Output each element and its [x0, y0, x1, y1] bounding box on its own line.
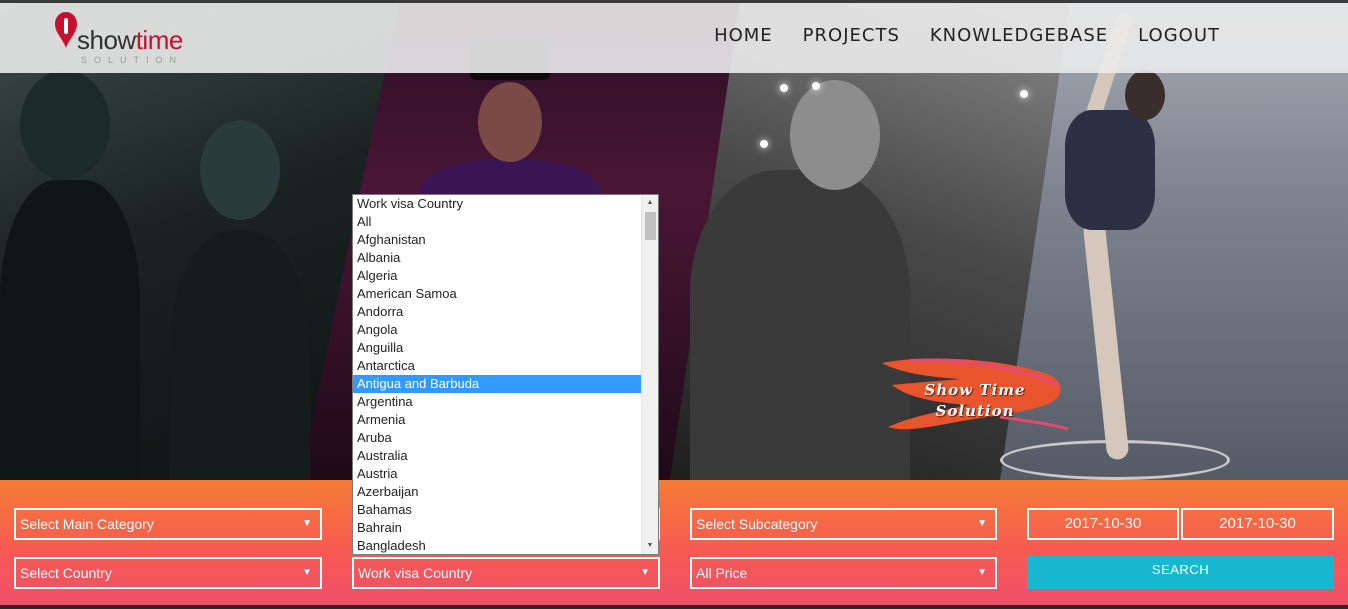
- logo-word-time: time: [135, 25, 184, 55]
- stage-light: [780, 84, 788, 92]
- dropdown-arrow-icon: ▼: [302, 567, 312, 578]
- badge-line: Solution: [935, 402, 1015, 420]
- search-button[interactable]: SEARCH: [1027, 555, 1334, 589]
- logo-word-show: show: [77, 25, 136, 55]
- dropdown-option[interactable]: Azerbaijan: [353, 483, 641, 501]
- dropdown-option[interactable]: Austria: [353, 465, 641, 483]
- country-select[interactable]: Select Country ▼: [14, 557, 322, 589]
- dropdown-arrow-icon: ▼: [640, 567, 650, 578]
- dropdown-option[interactable]: Afghanistan: [353, 231, 641, 249]
- date-from-input[interactable]: 2017-10-30: [1027, 508, 1179, 540]
- dropdown-option[interactable]: Work visa Country: [353, 195, 641, 213]
- work-visa-country-select[interactable]: Work visa Country ▼: [352, 557, 660, 589]
- top-header: showtime SOLUTION HOME PROJECTS KNOWLEDG…: [0, 0, 1348, 73]
- dropdown-scrollbar[interactable]: ▲ ▼: [641, 195, 658, 554]
- logo-subtitle: SOLUTION: [81, 55, 184, 65]
- scroll-down-arrow-icon[interactable]: ▼: [642, 538, 658, 554]
- brush-badge-text: Show Time Solution: [905, 380, 1045, 422]
- hero-figure: [0, 180, 140, 480]
- price-select[interactable]: All Price ▼: [690, 557, 997, 589]
- dropdown-option[interactable]: Bahrain: [353, 519, 641, 537]
- nav-home[interactable]: HOME: [714, 25, 773, 46]
- main-category-value: Select Main Category: [20, 516, 154, 532]
- dropdown-arrow-icon: ▼: [302, 518, 312, 529]
- dropdown-option[interactable]: American Samoa: [353, 285, 641, 303]
- dropdown-option[interactable]: Anguilla: [353, 339, 641, 357]
- hero-figure: [790, 80, 880, 190]
- country-value: Select Country: [20, 565, 112, 581]
- badge-line: Show Time: [924, 381, 1026, 399]
- hero-figure: [170, 230, 310, 480]
- dropdown-option[interactable]: Australia: [353, 447, 641, 465]
- stage-light: [812, 82, 820, 90]
- logo-wordmark: showtime: [77, 25, 183, 56]
- main-nav: HOME PROJECTS KNOWLEDGEBASE LOGOUT: [714, 25, 1220, 46]
- date-to-input[interactable]: 2017-10-30: [1181, 508, 1334, 540]
- dropdown-option[interactable]: Bangladesh: [353, 537, 641, 554]
- scroll-thumb[interactable]: [645, 212, 656, 240]
- footer-strip: [0, 605, 1348, 609]
- dropdown-options: Work visa Country All Afghanistan Albania Al…: [353, 195, 658, 554]
- dropdown-option[interactable]: Algeria: [353, 267, 641, 285]
- dropdown-option[interactable]: Argentina: [353, 393, 641, 411]
- nav-logout[interactable]: LOGOUT: [1138, 25, 1220, 46]
- price-value: All Price: [696, 565, 748, 581]
- hero-figure: [200, 120, 280, 220]
- hero-figure: [690, 170, 910, 480]
- stage-light: [760, 140, 768, 148]
- dropdown-option[interactable]: All: [353, 213, 641, 231]
- stage-light: [1020, 90, 1028, 98]
- search-filter-bar: Select Main Category ▼ Select Country ▼ …: [0, 480, 1348, 609]
- dropdown-option[interactable]: Aruba: [353, 429, 641, 447]
- hero-figure: [1125, 70, 1165, 120]
- dropdown-option[interactable]: Armenia: [353, 411, 641, 429]
- dropdown-option[interactable]: Bahamas: [353, 501, 641, 519]
- subcategory-select[interactable]: Select Subcategory ▼: [690, 508, 997, 540]
- nav-projects[interactable]: PROJECTS: [803, 25, 900, 46]
- dropdown-option[interactable]: Antarctica: [353, 357, 641, 375]
- hero-figure: [478, 82, 542, 162]
- dropdown-option[interactable]: Antigua and Barbuda: [353, 375, 641, 393]
- dropdown-arrow-icon: ▼: [977, 567, 987, 578]
- dropdown-option[interactable]: Andorra: [353, 303, 641, 321]
- logo[interactable]: showtime SOLUTION: [53, 9, 213, 69]
- subcategory-value: Select Subcategory: [696, 516, 818, 532]
- work-visa-country-dropdown-list[interactable]: Work visa Country All Afghanistan Albania Al…: [352, 194, 659, 555]
- dropdown-option[interactable]: Albania: [353, 249, 641, 267]
- hero-figure: [1065, 110, 1155, 230]
- main-category-select[interactable]: Select Main Category ▼: [14, 508, 322, 540]
- dropdown-option[interactable]: Angola: [353, 321, 641, 339]
- dropdown-arrow-icon: ▼: [977, 518, 987, 529]
- scroll-up-arrow-icon[interactable]: ▲: [642, 195, 658, 211]
- logo-pin-icon: [55, 12, 77, 48]
- nav-knowledgebase[interactable]: KNOWLEDGEBASE: [930, 25, 1108, 46]
- work-visa-country-value: Work visa Country: [358, 565, 473, 581]
- hero-figure: [20, 70, 110, 180]
